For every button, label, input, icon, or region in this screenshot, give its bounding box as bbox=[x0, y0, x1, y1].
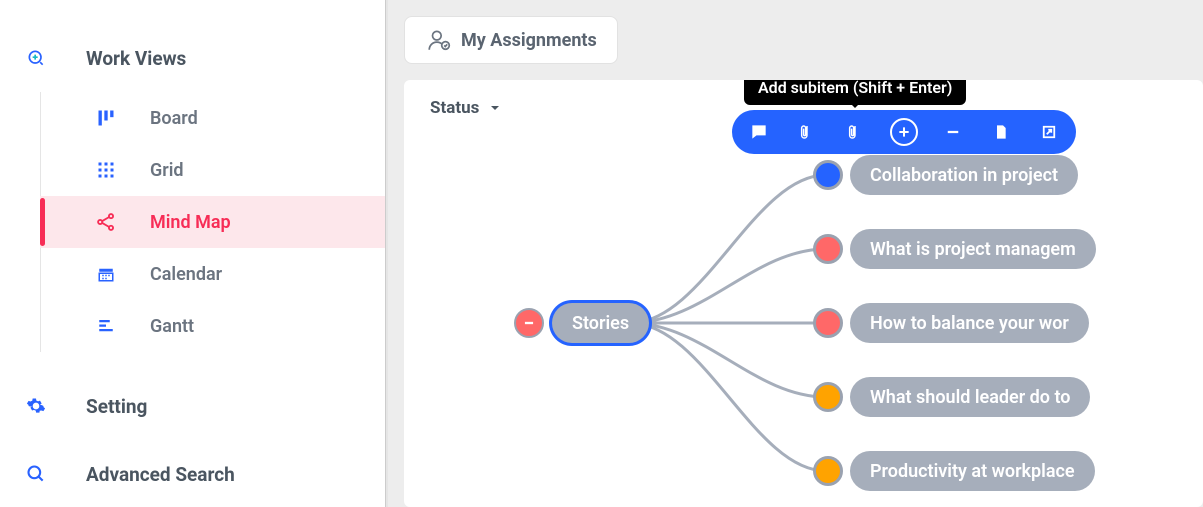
node-status-dot[interactable] bbox=[813, 382, 843, 412]
sidebar-item-label: Gantt bbox=[150, 316, 194, 337]
mindmap-connectors bbox=[404, 80, 1203, 507]
main-area: My Assignments Status Add subitem (Shift… bbox=[388, 0, 1203, 507]
calendar-icon bbox=[94, 265, 118, 283]
sidebar-bottom-links: Setting Advanced Search bbox=[0, 380, 385, 500]
board-icon bbox=[94, 108, 118, 128]
mindmap-node[interactable]: What should leader do to bbox=[850, 377, 1090, 417]
mindmap-node[interactable]: How to balance your wor bbox=[850, 303, 1089, 343]
sidebar-item-label: Calendar bbox=[150, 264, 222, 285]
tab-my-assignments[interactable]: My Assignments bbox=[404, 16, 618, 64]
sidebar-item-mindmap[interactable]: Mind Map bbox=[40, 196, 385, 248]
search-icon bbox=[24, 464, 48, 484]
node-label: What should leader do to bbox=[870, 387, 1070, 408]
mindmap-node[interactable]: Collaboration in project bbox=[850, 155, 1078, 195]
mindmap-icon bbox=[94, 212, 118, 232]
gantt-icon bbox=[94, 317, 118, 335]
node-label: How to balance your wor bbox=[870, 313, 1069, 334]
sidebar-item-label: Board bbox=[150, 108, 198, 129]
sidebar-item-calendar[interactable]: Calendar bbox=[40, 248, 385, 300]
sidebar: Work Views Board Grid bbox=[0, 0, 388, 507]
gear-icon bbox=[24, 396, 48, 416]
node-label: What is project managem bbox=[870, 239, 1076, 260]
sidebar-item-setting[interactable]: Setting bbox=[0, 380, 385, 432]
node-label: Collaboration in project bbox=[870, 165, 1058, 186]
app-root: Work Views Board Grid bbox=[0, 0, 1203, 507]
work-views-icon bbox=[24, 48, 48, 68]
setting-label: Setting bbox=[86, 395, 147, 418]
node-label: Stories bbox=[572, 313, 629, 334]
node-status-dot[interactable] bbox=[813, 456, 843, 486]
sidebar-item-advanced-search[interactable]: Advanced Search bbox=[0, 448, 385, 500]
tab-label: My Assignments bbox=[461, 30, 597, 51]
sidebar-item-board[interactable]: Board bbox=[40, 92, 385, 144]
node-status-dot[interactable] bbox=[813, 234, 843, 264]
mindmap-node-root[interactable]: Stories bbox=[552, 303, 649, 343]
sidebar-item-label: Grid bbox=[150, 160, 184, 181]
grid-icon bbox=[94, 161, 118, 179]
sidebar-item-grid[interactable]: Grid bbox=[40, 144, 385, 196]
sidebar-section-workviews: Work Views Board Grid bbox=[0, 0, 385, 352]
sidebar-view-list: Board Grid Mind Map bbox=[0, 92, 385, 352]
collapse-root-button[interactable] bbox=[514, 308, 544, 338]
mindmap-node[interactable]: What is project managem bbox=[850, 229, 1096, 269]
sidebar-item-gantt[interactable]: Gantt bbox=[40, 300, 385, 352]
node-status-dot[interactable] bbox=[813, 308, 843, 338]
mindmap-canvas[interactable]: Status Add subitem (Shift + Enter) bbox=[404, 80, 1203, 507]
node-status-dot[interactable] bbox=[813, 160, 843, 190]
node-label: Productivity at workplace bbox=[870, 461, 1075, 482]
mindmap-node[interactable]: Productivity at workplace bbox=[850, 451, 1095, 491]
assignments-icon bbox=[425, 27, 453, 53]
advanced-search-label: Advanced Search bbox=[86, 463, 235, 486]
sidebar-workviews-header[interactable]: Work Views bbox=[0, 38, 385, 78]
sidebar-item-label: Mind Map bbox=[150, 212, 231, 233]
work-views-label: Work Views bbox=[86, 47, 186, 70]
